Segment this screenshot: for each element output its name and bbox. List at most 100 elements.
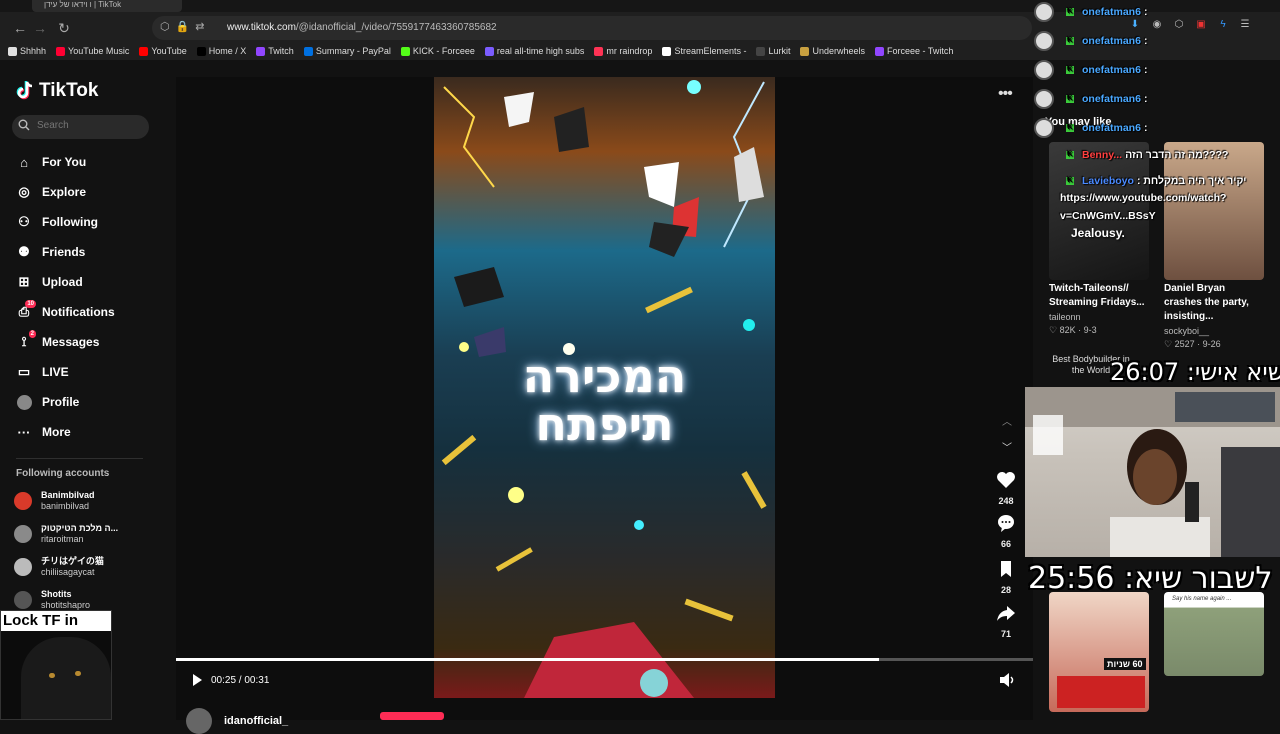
bookmark-item[interactable]: YouTube Music [56,42,129,60]
recommendation-thumbnail[interactable]: 60 שניות [1049,592,1149,712]
kick-badge-icon: K [1066,37,1074,45]
site-info-icon[interactable]: ⬡🔒⇄ [160,20,211,33]
sidebar-item-notifications[interactable]: ⎙ 10 Notifications [16,300,115,322]
tiktok-logo[interactable]: TikTok [16,80,98,102]
save-count: 28 [1000,585,1011,595]
glow-spark [634,520,644,530]
author-name[interactable]: idanofficial_ [224,715,288,727]
chat-message: Konefatman6: [1034,60,1147,80]
progress-fill [176,658,879,661]
bookmark-item[interactable]: Underwheels [800,42,865,60]
url-text[interactable]: www.tiktok.com/@idanofficial_/video/7559… [227,22,497,33]
recommendation-title[interactable]: Twitch-Taileons// Streaming Fridays... [1049,282,1149,310]
share-button[interactable]: 71 [991,602,1021,639]
recommendation-user[interactable]: sockyboi__ [1164,326,1264,336]
back-icon[interactable]: ← [10,18,30,38]
chat-avatar [1034,118,1054,138]
volume-icon[interactable] [998,671,1016,689]
address-bar[interactable]: ⬡🔒⇄ www.tiktok.com/@idanofficial_/video/… [152,16,1032,40]
bookmark-item[interactable]: Forceee - Twitch [875,42,953,60]
bookmark-item[interactable]: StreamElements - [662,42,746,60]
comment-icon [998,515,1014,532]
following-accounts-title: Following accounts [16,468,110,479]
recommendation-stats: ♡ 82K · 9-3 [1049,325,1097,335]
like-button[interactable]: 248 [991,469,1021,506]
next-video-icon[interactable]: ﹀ [1000,439,1014,454]
search-box[interactable] [12,115,149,139]
author-row[interactable]: idanofficial_ [186,708,288,734]
bookmark-item[interactable]: KICK - Forceee [400,42,475,60]
comment-count: 66 [1000,539,1011,549]
thumbnail-overlay-text: 60 שניות [1104,658,1146,670]
compass-icon: ◎ [18,184,30,199]
chat-text: : [1143,35,1148,47]
sidebar-item-following[interactable]: ⚇ Following [16,212,98,232]
chat-link[interactable]: https://www.youtube.com/watch? [1060,188,1226,208]
comment-button[interactable]: 66 [991,512,1021,549]
progress-bar[interactable] [176,658,1033,661]
sidebar-item-friends[interactable]: ⚉ Friends [16,242,85,262]
bookmark-favicon-icon [400,46,410,56]
video-caption-text: המכירה תיפתח [434,352,775,448]
following-icon: ⚇ [18,214,30,229]
sidebar-item-upload[interactable]: ⊞ Upload [16,272,83,292]
bookmark-label: StreamElements - [674,46,747,56]
chat-link[interactable]: v=CnWGmV...BSsY [1060,206,1156,226]
bookmark-label: YouTube [151,46,187,56]
avatar [14,558,32,576]
sidebar-item-for-you[interactable]: ⌂ For You [16,152,86,172]
sidebar-item-label: Profile [42,395,80,409]
active-tab[interactable]: ו וידאו של עידן | TikTok [32,0,182,12]
follow-button[interactable] [380,712,444,720]
recommendation-user[interactable]: taileonn [1049,312,1149,322]
play-icon[interactable] [190,673,204,687]
author-avatar[interactable] [186,708,212,734]
bookmark-item[interactable]: Summary - PayPal [303,42,391,60]
forward-icon[interactable]: → [30,18,50,38]
account-text: Banimbilvad banimbilvad [41,490,95,512]
recommendation-thumbnail[interactable]: Say his name again ... [1164,592,1264,676]
search-icon [18,119,30,131]
previous-video-icon[interactable]: ︿ [1000,413,1014,428]
chat-username: Benny... [1082,149,1123,161]
sidebar-item-more[interactable]: ··· More [16,422,71,442]
message-icon: ⟟ 2 [21,330,36,349]
sidebar-item-label: For You [42,155,87,169]
bookmark-favicon-icon [594,46,604,56]
shard [504,92,534,127]
bookmark-item[interactable]: Twitch [256,42,294,60]
streamer-webcam [1025,387,1280,557]
recommendation-title[interactable]: Daniel Bryan crashes the party, insistin… [1164,282,1264,324]
bookmark-favicon-icon [756,46,766,56]
sidebar-item-messages[interactable]: ⟟ 2 Messages [16,330,99,352]
break-record-timer: לשבור שיא: 25:56 [1028,561,1273,596]
sidebar-item-label: Following [42,215,98,229]
bookmark-item[interactable]: Lurkit [756,42,790,60]
glow-spark [687,80,701,94]
following-account[interactable]: Banimbilvad banimbilvad [14,488,95,514]
upload-icon: ⊞ [18,274,30,289]
glow-spark [459,342,469,352]
sidebar-item-explore[interactable]: ◎ Explore [16,182,86,202]
account-name: チリはゲイの猫 [41,556,104,566]
following-account[interactable]: チリはゲイの猫 chiliisagaycat [14,554,104,580]
sidebar-item-live[interactable]: ▭ LIVE [16,362,69,382]
bookmark-item[interactable]: mr raindrop [594,42,652,60]
account-name: Banimbilvad [41,490,95,500]
gold-bar [741,471,767,509]
logo-text: TikTok [39,80,99,101]
bookmark-item[interactable]: Home / X [196,42,246,60]
video-frame[interactable]: המכירה תיפתח [434,77,775,698]
more-options-icon[interactable]: ••• [998,85,1013,103]
bookmark-item[interactable]: real all-time high subs [484,42,584,60]
glow-spark [508,487,524,503]
search-input[interactable] [37,120,137,131]
bookmark-item[interactable]: YouTube [139,42,187,60]
webcam-label: Lock TF in [1,611,111,631]
save-button[interactable]: 28 [991,558,1021,595]
following-account[interactable]: ה מלכת הטיקטוק... ritaroitman [14,521,118,547]
reload-icon[interactable]: ↻ [54,18,74,38]
bookmark-favicon-icon [662,46,672,56]
bookmark-item[interactable]: Shhhh [8,42,46,60]
sidebar-item-profile[interactable]: Profile [16,392,79,412]
